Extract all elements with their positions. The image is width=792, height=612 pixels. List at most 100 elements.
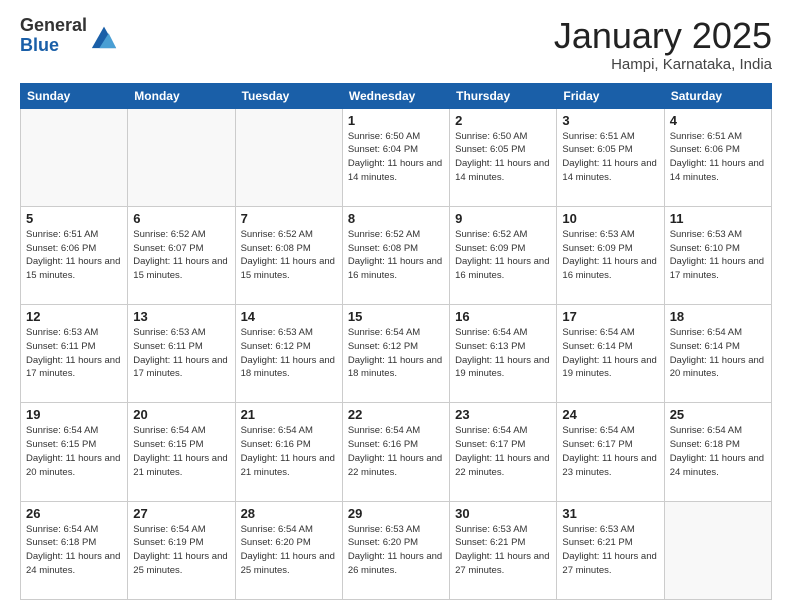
day-info: Sunrise: 6:53 AMSunset: 6:21 PMDaylight:… [455, 523, 551, 578]
calendar-cell [235, 108, 342, 206]
calendar-cell: 21 Sunrise: 6:54 AMSunset: 6:16 PMDayligh… [235, 403, 342, 501]
day-info: Sunrise: 6:52 AMSunset: 6:07 PMDaylight:… [133, 228, 229, 283]
logo-icon [90, 22, 118, 50]
day-number: 31 [562, 506, 658, 521]
calendar-cell: 13 Sunrise: 6:53 AMSunset: 6:11 PMDayligh… [128, 305, 235, 403]
week-row-4: 19 Sunrise: 6:54 AMSunset: 6:15 PMDayligh… [21, 403, 772, 501]
day-number: 18 [670, 309, 766, 324]
logo-blue: Blue [20, 36, 87, 56]
calendar-cell: 11Sunrise: 6:53 AMSunset: 6:10 PMDayligh… [664, 206, 771, 304]
day-info: Sunrise: 6:53 AMSunset: 6:20 PMDaylight:… [348, 523, 444, 578]
day-number: 15 [348, 309, 444, 324]
day-info: Sunrise: 6:54 AMSunset: 6:20 PMDaylight:… [241, 523, 337, 578]
day-number: 13 [133, 309, 229, 324]
day-info: Sunrise: 6:54 AMSunset: 6:19 PMDaylight:… [133, 523, 229, 578]
day-info: Sunrise: 6:50 AMSunset: 6:05 PMDaylight:… [455, 130, 551, 185]
weekday-header-friday: Friday [557, 83, 664, 108]
calendar-cell: 27 Sunrise: 6:54 AMSunset: 6:19 PMDayligh… [128, 501, 235, 599]
day-info: Sunrise: 6:52 AMSunset: 6:08 PMDaylight:… [241, 228, 337, 283]
day-number: 21 [241, 407, 337, 422]
day-number: 3 [562, 113, 658, 128]
calendar-cell [21, 108, 128, 206]
day-number: 5 [26, 211, 122, 226]
day-info: Sunrise: 6:54 AMSunset: 6:14 PMDaylight:… [562, 326, 658, 381]
day-number: 16 [455, 309, 551, 324]
location: Hampi, Karnataka, India [554, 56, 772, 73]
logo-text: General Blue [20, 16, 87, 56]
calendar-cell: 14 Sunrise: 6:53 AMSunset: 6:12 PMDayligh… [235, 305, 342, 403]
header: General Blue January 2025 Hampi, Karnata… [20, 16, 772, 73]
calendar-cell: 6 Sunrise: 6:52 AMSunset: 6:07 PMDaylight… [128, 206, 235, 304]
calendar-cell: 30 Sunrise: 6:53 AMSunset: 6:21 PMDayligh… [450, 501, 557, 599]
day-number: 10 [562, 211, 658, 226]
day-number: 26 [26, 506, 122, 521]
day-info: Sunrise: 6:50 AMSunset: 6:04 PMDaylight:… [348, 130, 444, 185]
day-info: Sunrise: 6:53 AMSunset: 6:10 PMDaylight:… [670, 228, 766, 283]
day-number: 20 [133, 407, 229, 422]
day-number: 2 [455, 113, 551, 128]
day-number: 29 [348, 506, 444, 521]
day-info: Sunrise: 6:54 AMSunset: 6:13 PMDaylight:… [455, 326, 551, 381]
day-number: 30 [455, 506, 551, 521]
calendar-cell: 12Sunrise: 6:53 AMSunset: 6:11 PMDayligh… [21, 305, 128, 403]
day-number: 23 [455, 407, 551, 422]
calendar-cell: 31 Sunrise: 6:53 AMSunset: 6:21 PMDayligh… [557, 501, 664, 599]
calendar-cell [664, 501, 771, 599]
week-row-1: 1Sunrise: 6:50 AMSunset: 6:04 PMDaylight… [21, 108, 772, 206]
calendar-cell: 15Sunrise: 6:54 AMSunset: 6:12 PMDayligh… [342, 305, 449, 403]
day-info: Sunrise: 6:54 AMSunset: 6:18 PMDaylight:… [26, 523, 122, 578]
calendar-cell: 18 Sunrise: 6:54 AMSunset: 6:14 PMDayligh… [664, 305, 771, 403]
day-info: Sunrise: 6:51 AMSunset: 6:06 PMDaylight:… [670, 130, 766, 185]
calendar-cell: 10 Sunrise: 6:53 AMSunset: 6:09 PMDayligh… [557, 206, 664, 304]
calendar-cell: 1Sunrise: 6:50 AMSunset: 6:04 PMDaylight… [342, 108, 449, 206]
day-info: Sunrise: 6:54 AMSunset: 6:16 PMDaylight:… [348, 424, 444, 479]
calendar-cell: 5 Sunrise: 6:51 AMSunset: 6:06 PMDaylight… [21, 206, 128, 304]
weekday-header-monday: Monday [128, 83, 235, 108]
day-number: 8 [348, 211, 444, 226]
logo: General Blue [20, 16, 118, 56]
day-number: 24 [562, 407, 658, 422]
day-info: Sunrise: 6:51 AMSunset: 6:06 PMDaylight:… [26, 228, 122, 283]
day-info: Sunrise: 6:53 AMSunset: 6:11 PMDaylight:… [133, 326, 229, 381]
weekday-header-row: SundayMondayTuesdayWednesdayThursdayFrid… [21, 83, 772, 108]
day-info: Sunrise: 6:53 AMSunset: 6:12 PMDaylight:… [241, 326, 337, 381]
day-number: 14 [241, 309, 337, 324]
calendar-cell: 24 Sunrise: 6:54 AMSunset: 6:17 PMDayligh… [557, 403, 664, 501]
page: General Blue January 2025 Hampi, Karnata… [0, 0, 792, 612]
calendar-cell: 8Sunrise: 6:52 AMSunset: 6:08 PMDaylight… [342, 206, 449, 304]
day-info: Sunrise: 6:54 AMSunset: 6:15 PMDaylight:… [133, 424, 229, 479]
calendar-cell: 26 Sunrise: 6:54 AMSunset: 6:18 PMDayligh… [21, 501, 128, 599]
calendar-cell: 16 Sunrise: 6:54 AMSunset: 6:13 PMDayligh… [450, 305, 557, 403]
calendar-cell: 28 Sunrise: 6:54 AMSunset: 6:20 PMDayligh… [235, 501, 342, 599]
weekday-header-wednesday: Wednesday [342, 83, 449, 108]
day-info: Sunrise: 6:54 AMSunset: 6:16 PMDaylight:… [241, 424, 337, 479]
title-block: January 2025 Hampi, Karnataka, India [554, 16, 772, 73]
calendar-cell: 4 Sunrise: 6:51 AMSunset: 6:06 PMDaylight… [664, 108, 771, 206]
day-info: Sunrise: 6:51 AMSunset: 6:05 PMDaylight:… [562, 130, 658, 185]
day-number: 22 [348, 407, 444, 422]
calendar-cell: 3 Sunrise: 6:51 AMSunset: 6:05 PMDaylight… [557, 108, 664, 206]
day-info: Sunrise: 6:54 AMSunset: 6:14 PMDaylight:… [670, 326, 766, 381]
weekday-header-tuesday: Tuesday [235, 83, 342, 108]
weekday-header-saturday: Saturday [664, 83, 771, 108]
day-number: 4 [670, 113, 766, 128]
day-info: Sunrise: 6:54 AMSunset: 6:15 PMDaylight:… [26, 424, 122, 479]
day-info: Sunrise: 6:53 AMSunset: 6:21 PMDaylight:… [562, 523, 658, 578]
week-row-2: 5 Sunrise: 6:51 AMSunset: 6:06 PMDaylight… [21, 206, 772, 304]
calendar-cell: 23 Sunrise: 6:54 AMSunset: 6:17 PMDayligh… [450, 403, 557, 501]
day-number: 6 [133, 211, 229, 226]
day-number: 28 [241, 506, 337, 521]
day-number: 19 [26, 407, 122, 422]
day-number: 9 [455, 211, 551, 226]
day-info: Sunrise: 6:54 AMSunset: 6:17 PMDaylight:… [455, 424, 551, 479]
day-info: Sunrise: 6:54 AMSunset: 6:17 PMDaylight:… [562, 424, 658, 479]
day-info: Sunrise: 6:54 AMSunset: 6:18 PMDaylight:… [670, 424, 766, 479]
day-number: 7 [241, 211, 337, 226]
calendar-cell: 2 Sunrise: 6:50 AMSunset: 6:05 PMDaylight… [450, 108, 557, 206]
day-number: 27 [133, 506, 229, 521]
weekday-header-sunday: Sunday [21, 83, 128, 108]
day-info: Sunrise: 6:53 AMSunset: 6:09 PMDaylight:… [562, 228, 658, 283]
calendar-cell [128, 108, 235, 206]
logo-general: General [20, 16, 87, 36]
calendar-table: SundayMondayTuesdayWednesdayThursdayFrid… [20, 83, 772, 600]
